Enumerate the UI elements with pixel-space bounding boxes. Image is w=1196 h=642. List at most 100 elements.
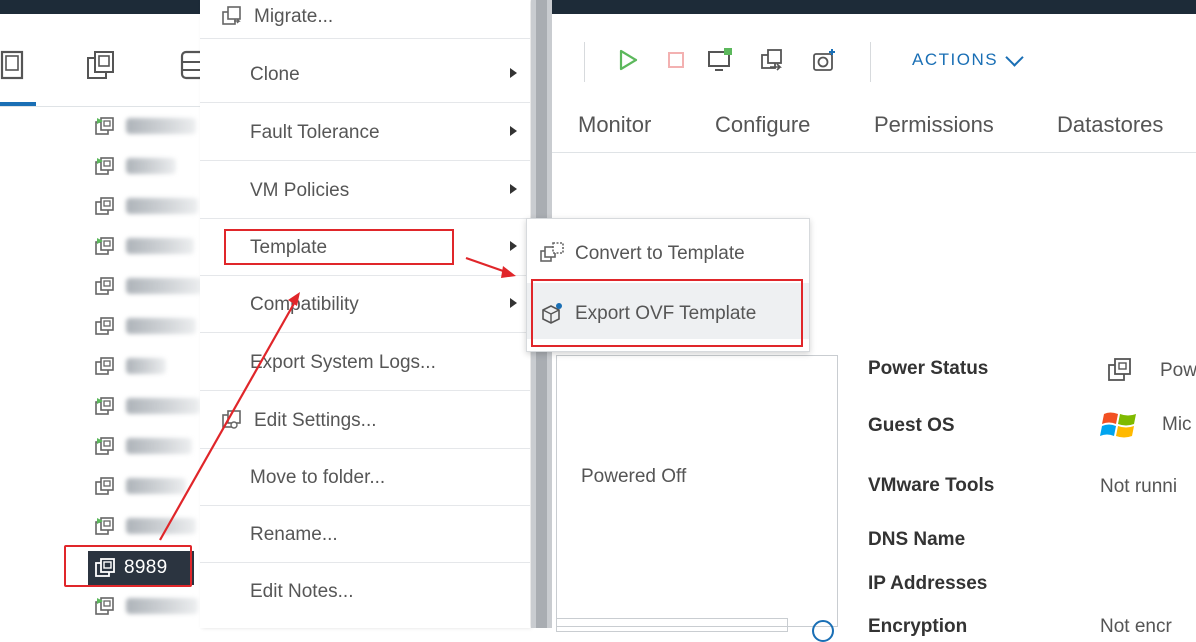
vm-tree-item[interactable] xyxy=(94,111,196,141)
migrate-icon xyxy=(220,4,244,28)
menu-item-label: Export System Logs... xyxy=(250,352,436,373)
chevron-down-icon xyxy=(1005,47,1024,67)
vmware-tools-value: Not runni xyxy=(1100,476,1178,497)
vm-tree-item[interactable] xyxy=(94,191,198,221)
vm-tree-item[interactable] xyxy=(94,391,200,421)
vm-tree-item[interactable] xyxy=(94,271,202,301)
menu-item-compatibility[interactable]: Compatibility xyxy=(200,276,530,333)
menu-item-move-to-folder[interactable]: Move to folder... xyxy=(200,449,530,506)
vm-name-redacted xyxy=(126,238,194,254)
header-bar-right xyxy=(552,0,1196,14)
vm-tree-item[interactable] xyxy=(94,431,192,461)
vm-name-redacted xyxy=(126,158,176,174)
submenu-arrow-icon xyxy=(510,68,517,78)
menu-item-label: Edit Notes... xyxy=(250,581,354,602)
power-status-value: Pow xyxy=(1160,360,1196,381)
menu-item-vm-policies[interactable]: VM Policies xyxy=(200,162,530,219)
prop-label-power-status: Power Status xyxy=(868,358,989,379)
menu-item-migrate[interactable]: Migrate... xyxy=(200,0,530,39)
vm-name-redacted xyxy=(126,478,186,494)
menu-item-fault-tolerance[interactable]: Fault Tolerance xyxy=(200,104,530,161)
vm-icon xyxy=(94,355,116,377)
toolbar-divider xyxy=(584,42,585,82)
vm-name-redacted xyxy=(126,198,198,214)
vm-name-redacted xyxy=(126,278,202,294)
vm-icon xyxy=(94,435,116,457)
vm-icon xyxy=(94,155,116,177)
vm-console-thumbnail[interactable]: Powered Off xyxy=(556,355,838,627)
vm-tree-item[interactable] xyxy=(94,231,194,261)
prop-label-guest-os: Guest OS xyxy=(868,415,955,436)
vm-name-redacted xyxy=(126,318,196,334)
guest-os-value: Mic xyxy=(1162,414,1192,435)
annotation-highlight-box xyxy=(64,545,192,587)
vm-name-redacted xyxy=(126,398,200,414)
annotation-highlight-box xyxy=(224,229,454,265)
vm-icon xyxy=(94,195,116,217)
vm-name-redacted xyxy=(126,598,198,614)
power-state-text: Powered Off xyxy=(581,466,687,487)
tab-permissions[interactable]: Permissions xyxy=(874,112,994,138)
context-menu: Migrate... Clone Fault Tolerance VM Poli… xyxy=(200,0,530,628)
power-on-icon[interactable] xyxy=(614,46,642,74)
menu-item-export-system-logs[interactable]: Export System Logs... xyxy=(200,334,530,391)
toolbar-divider xyxy=(870,42,871,82)
vms-templates-icon[interactable] xyxy=(84,48,118,82)
migrate-icon[interactable] xyxy=(758,46,786,74)
menu-item-clone[interactable]: Clone xyxy=(200,46,530,103)
vm-icon xyxy=(94,315,116,337)
prop-label-dns-name: DNS Name xyxy=(868,529,966,550)
prop-label-ip-addresses: IP Addresses xyxy=(868,573,988,594)
menu-item-rename[interactable]: Rename... xyxy=(200,506,530,563)
menu-item-label: Move to folder... xyxy=(250,467,386,488)
power-off-icon[interactable] xyxy=(662,46,690,74)
vm-icon xyxy=(94,475,116,497)
vm-icon xyxy=(94,395,116,417)
actions-label: ACTIONS xyxy=(912,50,999,69)
vm-icon xyxy=(1106,356,1134,384)
tab-configure[interactable]: Configure xyxy=(715,112,810,138)
submenu-arrow-icon xyxy=(510,241,517,251)
vm-icon xyxy=(94,115,116,137)
vm-tree-item[interactable] xyxy=(94,311,196,341)
hosts-clusters-icon[interactable] xyxy=(0,48,28,82)
vm-name-redacted xyxy=(126,438,192,454)
vm-tree-item[interactable] xyxy=(94,471,186,501)
encryption-value: Not encr xyxy=(1100,616,1172,637)
snapshot-icon[interactable] xyxy=(810,46,838,74)
vm-icon xyxy=(94,515,116,537)
actions-button[interactable]: ACTIONS xyxy=(912,47,1024,70)
menu-item-label: Clone xyxy=(250,64,300,85)
prop-label-vmware-tools: VMware Tools xyxy=(868,475,995,496)
vm-tree-item[interactable] xyxy=(94,151,176,181)
launch-console-icon[interactable] xyxy=(706,46,734,74)
annotation-highlight-box xyxy=(531,279,803,347)
vm-tree-item[interactable] xyxy=(94,591,198,621)
vm-name-redacted xyxy=(126,118,196,134)
vm-icon xyxy=(94,235,116,257)
header-bar xyxy=(0,0,200,14)
menu-item-label: Rename... xyxy=(250,524,338,545)
menu-item-label: Compatibility xyxy=(250,294,359,315)
menu-item-edit-settings[interactable]: Edit Settings... xyxy=(200,392,530,449)
edit-settings-icon xyxy=(220,408,244,432)
prop-label-encryption: Encryption xyxy=(868,616,968,637)
vm-tree-item[interactable] xyxy=(94,351,166,381)
submenu-arrow-icon xyxy=(510,126,517,136)
convert-template-icon xyxy=(539,241,565,265)
vm-name-redacted xyxy=(126,518,196,534)
info-icon[interactable] xyxy=(812,620,834,642)
divider xyxy=(552,152,1196,153)
menu-item-label: Fault Tolerance xyxy=(250,122,380,143)
vm-tree-item[interactable] xyxy=(94,511,196,541)
tab-datastores[interactable]: Datastores xyxy=(1057,112,1163,138)
tab-monitor[interactable]: Monitor xyxy=(578,112,651,138)
menu-item-convert-to-template[interactable]: Convert to Template xyxy=(527,223,809,279)
menu-item-label: Migrate... xyxy=(254,6,334,27)
vm-name-redacted xyxy=(126,358,166,374)
menu-item-edit-notes[interactable]: Edit Notes... xyxy=(200,563,530,620)
vm-icon xyxy=(94,595,116,617)
menu-item-label: Edit Settings... xyxy=(254,410,377,431)
submenu-arrow-icon xyxy=(510,298,517,308)
launch-console-field[interactable] xyxy=(556,618,788,632)
